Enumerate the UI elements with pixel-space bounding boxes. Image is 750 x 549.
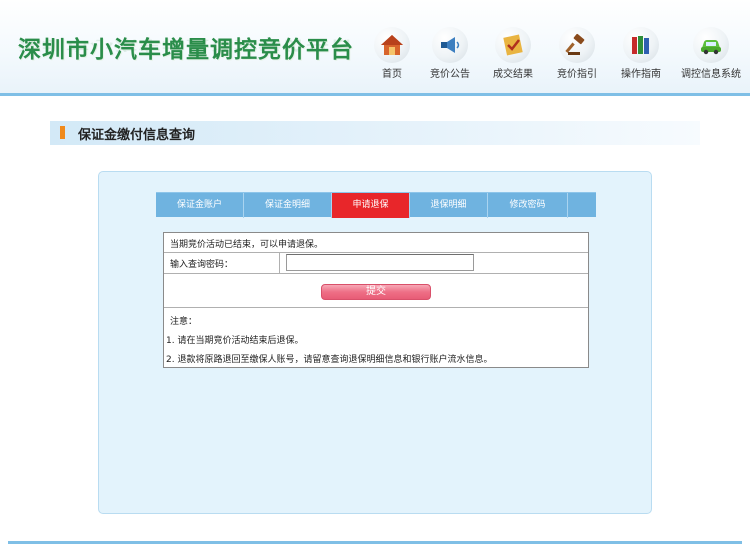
nav-deal-results-label: 成交结果 [493, 69, 533, 80]
nav-bid-guide[interactable]: 竞价指引 [547, 27, 607, 80]
nav-bid-announcement-label: 竞价公告 [430, 69, 470, 80]
nav-operation-guide[interactable]: 操作指南 [611, 27, 671, 80]
note-item: 1. 请在当期竞价活动结束后退保。 [166, 336, 304, 346]
tab-bar: 保证金账户 保证金明细 申请退保 退保明细 修改密码 [156, 192, 596, 218]
password-row: 输入查询密码： [164, 253, 588, 274]
notes-row: 注意： 1. 请在当期竞价活动结束后退保。 2. 退款将原路退回至缴保人账号，请… [164, 308, 588, 368]
submit-row: 提交 [164, 274, 588, 308]
tab-deposit-details[interactable]: 保证金明细 [244, 193, 332, 218]
nav-operation-guide-label: 操作指南 [621, 69, 661, 80]
section-title: 保证金缴付信息查询 [78, 128, 196, 143]
password-label: 输入查询密码： [170, 260, 234, 270]
section-marker [60, 126, 65, 139]
gavel-icon [559, 27, 595, 63]
refund-form: 当期竞价活动已结束，可以申请退保。 输入查询密码： 提交 注意： 1. 请在当期… [163, 232, 589, 368]
site-header: 深圳市小汽车增量调控竞价平台 深圳市小汽车增量调控竞价平台 首页 竞价公告 成交… [0, 0, 750, 96]
tab-apply-refund[interactable]: 申请退保 [332, 193, 410, 218]
tab-change-password[interactable]: 修改密码 [488, 193, 568, 218]
nav-bid-announcement[interactable]: 竞价公告 [420, 27, 480, 80]
footer-line [8, 541, 742, 544]
nav-control-system-label: 调控信息系统 [681, 69, 741, 80]
submit-button[interactable]: 提交 [321, 284, 431, 300]
nav-bid-guide-label: 竞价指引 [557, 69, 597, 80]
content-panel: 保证金账户 保证金明细 申请退保 退保明细 修改密码 当期竞价活动已结束，可以申… [98, 171, 652, 514]
car-icon [693, 27, 729, 63]
main-nav: 首页 竞价公告 成交结果 竞价指引 操作指南 调控信息系统 [362, 27, 747, 80]
tab-deposit-account[interactable]: 保证金账户 [156, 193, 244, 218]
nav-deal-results[interactable]: 成交结果 [483, 27, 543, 80]
books-icon [623, 27, 659, 63]
tab-refund-details[interactable]: 退保明细 [410, 193, 488, 218]
notes-title: 注意： [170, 317, 198, 327]
certificate-icon [495, 27, 531, 63]
nav-home-label: 首页 [382, 69, 402, 80]
section-header: 保证金缴付信息查询 [50, 121, 700, 145]
status-message: 当期竞价活动已结束，可以申请退保。 [170, 240, 324, 250]
home-icon [374, 27, 410, 63]
password-input[interactable] [286, 254, 474, 271]
note-item: 2. 退款将原路退回至缴保人账号，请留意查询退保明细信息和银行账户流水信息。 [166, 355, 493, 365]
megaphone-icon [432, 27, 468, 63]
nav-home[interactable]: 首页 [362, 27, 422, 80]
nav-control-system[interactable]: 调控信息系统 [675, 27, 747, 80]
password-label-cell: 输入查询密码： [164, 253, 280, 273]
site-title-reflection: 深圳市小汽车增量调控竞价平台 [18, 37, 354, 53]
status-row: 当期竞价活动已结束，可以申请退保。 [164, 233, 588, 253]
